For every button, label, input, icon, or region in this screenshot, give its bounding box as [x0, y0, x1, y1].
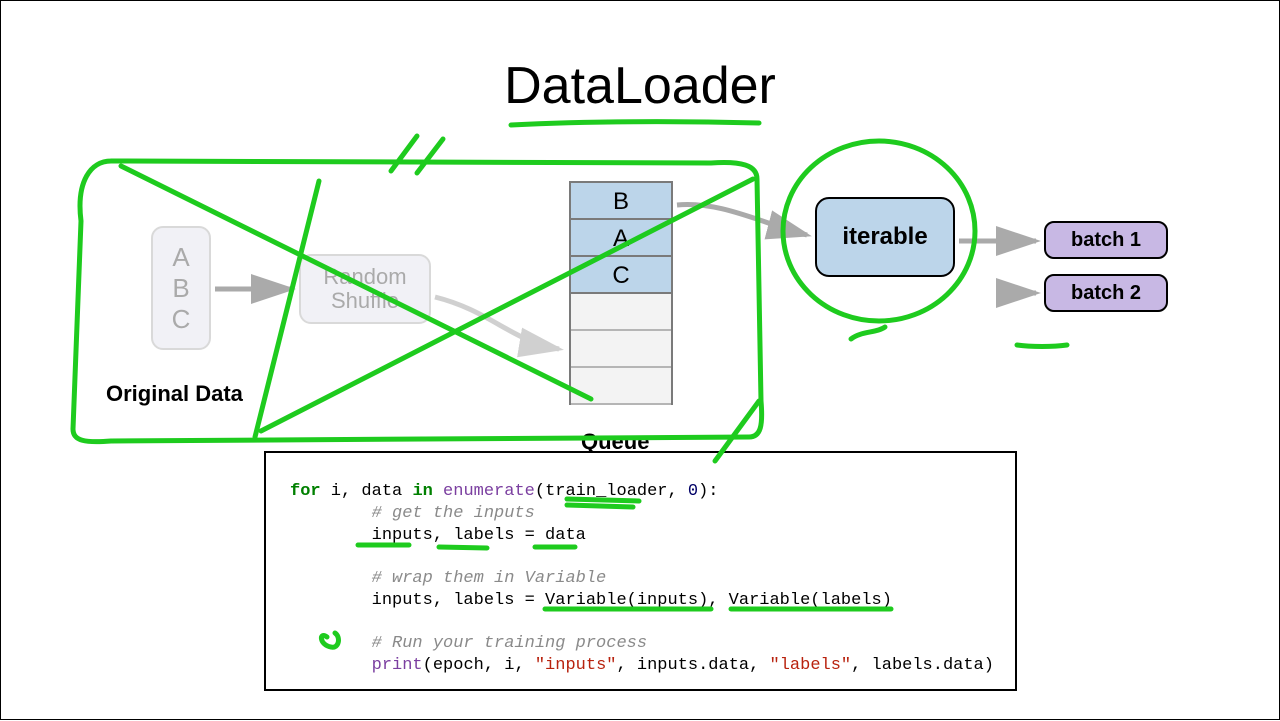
code-text: (train_loader, [535, 482, 688, 501]
code-fn-print: print [372, 656, 423, 675]
code-text: ): [698, 482, 718, 501]
random-shuffle-box: Random Shuffle [299, 254, 431, 324]
code-str: "labels" [770, 656, 852, 675]
code-line: inputs, labels = Variable(inputs), Varia… [290, 591, 892, 610]
iterable-box: iterable [815, 197, 955, 277]
code-text [290, 656, 372, 675]
code-comment: # get the inputs [290, 504, 535, 523]
code-text [433, 482, 443, 501]
code-fn-enumerate: enumerate [443, 482, 535, 501]
code-kw-in: in [412, 482, 432, 501]
orig-item-b: B [172, 273, 189, 304]
code-text: , inputs.data, [616, 656, 769, 675]
queue-box: B A C [569, 181, 673, 405]
orig-item-a: A [172, 242, 189, 273]
original-data-box: A B C [151, 226, 211, 350]
code-comment: # Run your training process [290, 634, 647, 653]
code-block: for i, data in enumerate(train_loader, 0… [264, 451, 1017, 691]
code-text: , labels.data) [851, 656, 994, 675]
code-num: 0 [688, 482, 698, 501]
code-str: "inputs" [535, 656, 617, 675]
code-line: inputs, labels = data [290, 526, 586, 545]
queue-cell-empty-2 [571, 368, 671, 405]
shuffle-line1: Random [323, 265, 406, 289]
code-comment: # wrap them in Variable [290, 569, 606, 588]
code-text: i, data [321, 482, 413, 501]
page-title: DataLoader [1, 56, 1279, 116]
batch-1-box: batch 1 [1044, 221, 1168, 259]
code-kw-for: for [290, 482, 321, 501]
queue-cell-0: B [571, 183, 671, 220]
shuffle-line2: Shuffle [331, 289, 399, 313]
queue-cell-1: A [571, 220, 671, 257]
orig-item-c: C [172, 304, 191, 335]
original-data-label: Original Data [106, 381, 243, 407]
queue-cell-empty-0 [571, 294, 671, 331]
queue-cell-empty-1 [571, 331, 671, 368]
code-text: (epoch, i, [423, 656, 535, 675]
batch-2-box: batch 2 [1044, 274, 1168, 312]
queue-cell-2: C [571, 257, 671, 294]
